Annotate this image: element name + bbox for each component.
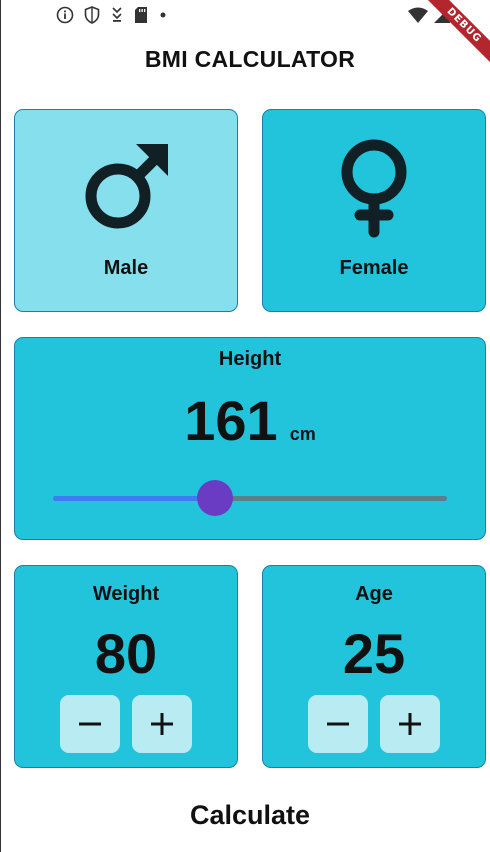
minus-icon (79, 722, 101, 726)
age-card: Age 25 (262, 565, 486, 768)
minus-icon (327, 722, 349, 726)
height-readout: 161 cm (15, 388, 485, 453)
weight-label: Weight (92, 583, 160, 605)
age-stepper (263, 695, 485, 753)
slider-active-track[interactable] (53, 496, 215, 501)
age-value: 25 (342, 622, 406, 685)
dot-icon (160, 12, 166, 18)
sd-card-icon (135, 7, 147, 23)
weight-stepper (15, 695, 237, 753)
male-symbol-icon (85, 144, 168, 229)
age-decrement-button[interactable] (308, 695, 368, 753)
status-bar: DEBUG (1, 0, 490, 67)
weight-decrement-button[interactable] (60, 695, 120, 753)
weight-card: Weight 80 (14, 565, 238, 768)
female-card[interactable]: Female (262, 109, 486, 312)
calculate-button[interactable]: Calculate (1, 800, 490, 831)
male-card[interactable]: Male (14, 109, 238, 312)
app-frame: DEBUG BMI CALCULATOR Male Female Height (0, 0, 490, 852)
height-value: 161 (184, 389, 278, 452)
plus-icon (151, 713, 173, 735)
female-label: Female (339, 257, 409, 279)
weight-value: 80 (94, 622, 158, 685)
height-label: Height (218, 348, 282, 370)
page-title: BMI CALCULATOR (144, 46, 356, 72)
female-symbol-icon (341, 139, 407, 238)
shield-icon (84, 6, 100, 24)
age-label: Age (355, 583, 393, 605)
download-icon (112, 7, 122, 22)
info-icon (56, 6, 74, 24)
height-slider[interactable] (53, 480, 447, 516)
plus-icon (399, 713, 421, 735)
height-unit: cm (289, 424, 316, 444)
slider-thumb[interactable] (196, 480, 233, 516)
height-card: Height 161 cm (14, 337, 486, 540)
age-increment-button[interactable] (380, 695, 440, 753)
male-label: Male (103, 257, 149, 279)
weight-increment-button[interactable] (132, 695, 192, 753)
